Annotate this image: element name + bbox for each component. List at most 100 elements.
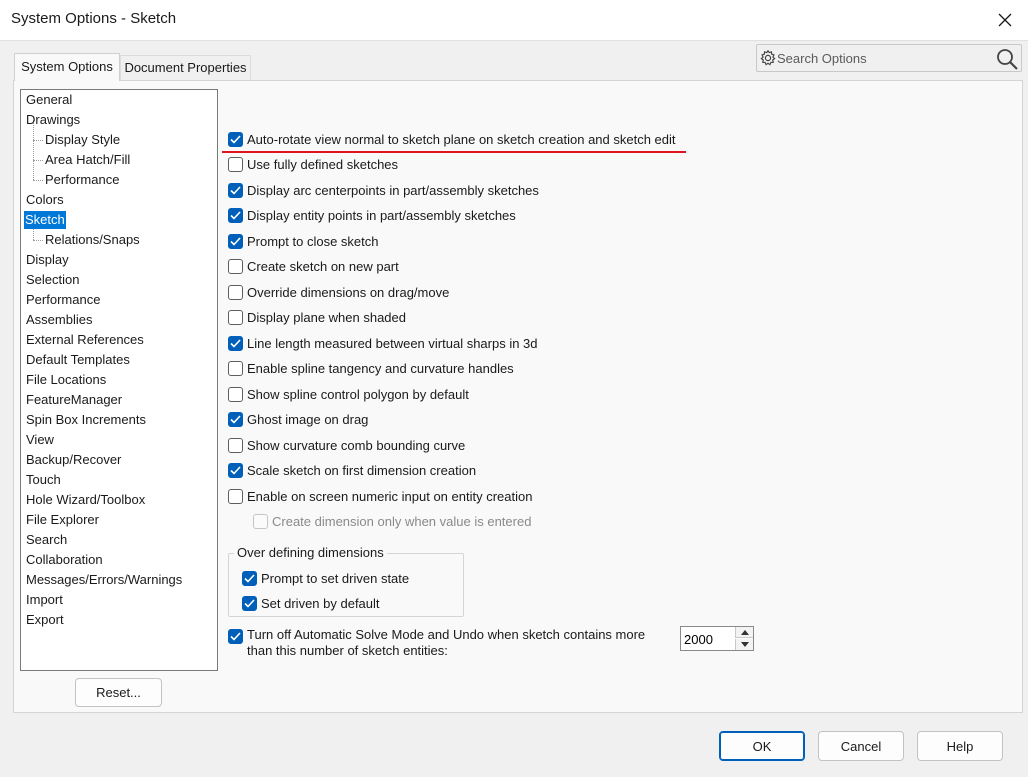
option-auto-rotate[interactable]: Auto-rotate view normal to sketch plane … xyxy=(228,129,676,149)
option-display-plane-when-shaded[interactable]: Display plane when shaded xyxy=(228,307,406,327)
checkmark-icon xyxy=(230,414,241,424)
checkbox-unchecked[interactable] xyxy=(228,386,243,402)
tree-item-external-references[interactable]: External References xyxy=(25,331,145,349)
search-box[interactable] xyxy=(756,44,1022,72)
tree-item-sketch[interactable]: Sketch xyxy=(24,211,66,229)
checkbox-checked[interactable] xyxy=(228,131,243,147)
option-label: Enable spline tangency and curvature han… xyxy=(247,360,514,376)
tree-item-default-templates[interactable]: Default Templates xyxy=(25,351,131,369)
checkmark-icon xyxy=(230,236,241,246)
option-override-dimensions[interactable]: Override dimensions on drag/move xyxy=(228,282,449,302)
tree-item-selection[interactable]: Selection xyxy=(25,271,80,289)
option-spline-tangency-handles[interactable]: Enable spline tangency and curvature han… xyxy=(228,358,514,378)
option-curvature-comb-bounding[interactable]: Show curvature comb bounding curve xyxy=(228,435,465,455)
option-line-length-virtual-sharps[interactable]: Line length measured between virtual sha… xyxy=(228,333,538,353)
tree-item-spin-box-increments[interactable]: Spin Box Increments xyxy=(25,411,147,429)
over-defining-title: Over defining dimensions xyxy=(234,545,387,560)
tab-document-properties[interactable]: Document Properties xyxy=(120,55,251,81)
checkbox-unchecked[interactable] xyxy=(228,437,243,453)
checkbox-checked[interactable] xyxy=(228,233,243,249)
option-scale-sketch-first-dimension[interactable]: Scale sketch on first dimension creation xyxy=(228,460,476,480)
spin-up-button[interactable] xyxy=(735,627,753,638)
tree-item-touch[interactable]: Touch xyxy=(25,471,62,489)
tree-item-colors[interactable]: Colors xyxy=(25,191,65,209)
tree-item-drawings[interactable]: Drawings xyxy=(25,111,81,129)
tree-item-file-locations[interactable]: File Locations xyxy=(25,371,107,389)
entity-limit-input[interactable] xyxy=(684,630,734,648)
help-button[interactable]: Help xyxy=(917,731,1003,761)
option-prompt-to-close-sketch[interactable]: Prompt to close sketch xyxy=(228,231,379,251)
checkbox-checked[interactable] xyxy=(242,570,257,586)
checkbox-checked[interactable] xyxy=(242,595,257,611)
checkmark-icon xyxy=(230,134,241,144)
close-icon xyxy=(998,13,1012,27)
checkbox-checked[interactable] xyxy=(228,207,243,223)
tree-item-display[interactable]: Display xyxy=(25,251,70,269)
option-create-sketch-on-new-part[interactable]: Create sketch on new part xyxy=(228,256,399,276)
option-label: Prompt to set driven state xyxy=(261,570,410,586)
tree-item-drawings-performance[interactable]: Performance xyxy=(44,171,120,189)
option-label: Turn off Automatic Solve Mode and Undo w… xyxy=(247,627,646,658)
tree-item-export[interactable]: Export xyxy=(25,611,65,629)
tree-connector xyxy=(33,240,43,241)
option-label: Show spline control polygon by default xyxy=(247,386,469,402)
cancel-button[interactable]: Cancel xyxy=(818,731,904,761)
checkbox-checked[interactable] xyxy=(228,411,243,427)
tree-item-general[interactable]: General xyxy=(25,91,73,109)
option-display-arc-centerpoints[interactable]: Display arc centerpoints in part/assembl… xyxy=(228,180,539,200)
checkbox-unchecked[interactable] xyxy=(228,309,243,325)
tree-item-view[interactable]: View xyxy=(25,431,55,449)
checkmark-icon xyxy=(230,338,241,348)
reset-button[interactable]: Reset... xyxy=(75,678,162,707)
tree-item-relations-snaps[interactable]: Relations/Snaps xyxy=(44,231,141,249)
checkbox-unchecked[interactable] xyxy=(228,156,243,172)
checkbox-disabled xyxy=(253,513,268,529)
checkbox-checked[interactable] xyxy=(228,335,243,351)
checkbox-checked[interactable] xyxy=(228,629,243,644)
magnifier-icon[interactable] xyxy=(995,47,1019,71)
tree-item-search[interactable]: Search xyxy=(25,531,68,549)
tab-system-options[interactable]: System Options xyxy=(14,53,120,81)
option-set-driven-default[interactable]: Set driven by default xyxy=(242,593,380,613)
checkbox-unchecked[interactable] xyxy=(228,284,243,300)
checkmark-icon xyxy=(230,632,241,641)
tree-item-featuremanager[interactable]: FeatureManager xyxy=(25,391,123,409)
option-label: Ghost image on drag xyxy=(247,411,369,427)
triangle-down-icon xyxy=(740,642,749,647)
tree-item-performance[interactable]: Performance xyxy=(25,291,101,309)
tree-item-area-hatch-fill[interactable]: Area Hatch/Fill xyxy=(44,151,131,169)
checkbox-unchecked[interactable] xyxy=(228,360,243,376)
tree-item-messages-errors-warnings[interactable]: Messages/Errors/Warnings xyxy=(25,571,183,589)
option-label: Scale sketch on first dimension creation xyxy=(247,462,477,478)
checkbox-checked[interactable] xyxy=(228,462,243,478)
checkmark-icon xyxy=(244,573,255,583)
checkbox-unchecked[interactable] xyxy=(228,258,243,274)
option-label: Override dimensions on drag/move xyxy=(247,284,450,300)
option-ghost-image-on-drag[interactable]: Ghost image on drag xyxy=(228,409,368,429)
option-on-screen-numeric-input[interactable]: Enable on screen numeric input on entity… xyxy=(228,486,532,506)
options-tree[interactable]: General Drawings Display Style Area Hatc… xyxy=(20,89,218,671)
tree-item-backup-recover[interactable]: Backup/Recover xyxy=(25,451,122,469)
option-use-fully-defined-sketches[interactable]: Use fully defined sketches xyxy=(228,154,398,174)
tree-item-hole-wizard-toolbox[interactable]: Hole Wizard/Toolbox xyxy=(25,491,146,509)
option-label: Display plane when shaded xyxy=(247,309,406,325)
gear-icon[interactable] xyxy=(759,49,777,67)
tree-item-import[interactable]: Import xyxy=(25,591,64,609)
option-turn-off-auto-solve[interactable]: Turn off Automatic Solve Mode and Undo w… xyxy=(228,627,667,661)
tree-item-assemblies[interactable]: Assemblies xyxy=(25,311,93,329)
option-label: Use fully defined sketches xyxy=(247,156,399,172)
option-label: Prompt to close sketch xyxy=(247,233,379,249)
ok-button[interactable]: OK xyxy=(719,731,805,761)
close-button[interactable] xyxy=(982,0,1028,40)
tree-item-collaboration[interactable]: Collaboration xyxy=(25,551,104,569)
spin-down-button[interactable] xyxy=(735,639,753,650)
option-spline-control-polygon[interactable]: Show spline control polygon by default xyxy=(228,384,469,404)
checkbox-checked[interactable] xyxy=(228,182,243,198)
option-prompt-driven-state[interactable]: Prompt to set driven state xyxy=(242,568,409,588)
entity-limit-spinbox[interactable] xyxy=(680,626,754,651)
search-input[interactable] xyxy=(777,48,987,68)
option-display-entity-points[interactable]: Display entity points in part/assembly s… xyxy=(228,205,516,225)
checkbox-unchecked[interactable] xyxy=(228,488,243,504)
tree-item-file-explorer[interactable]: File Explorer xyxy=(25,511,100,529)
tree-item-display-style[interactable]: Display Style xyxy=(44,131,121,149)
